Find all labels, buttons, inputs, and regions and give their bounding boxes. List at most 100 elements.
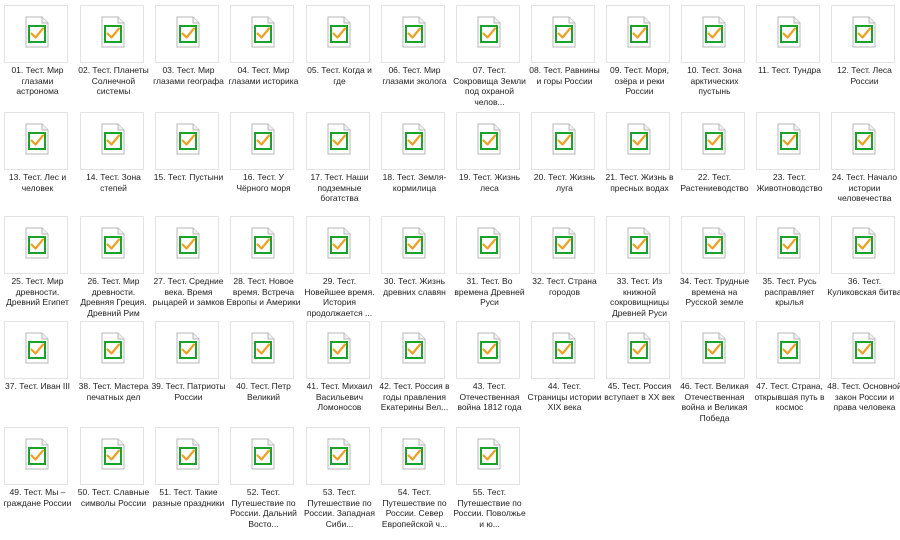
file-label: 32. Тест. Страна городов xyxy=(532,276,597,297)
document-check-icon xyxy=(702,16,726,48)
document-check-icon xyxy=(25,332,49,364)
file-item[interactable]: 40. Тест. Петр Великий xyxy=(226,316,301,422)
file-label: 41. Тест. Михаил Васильевич Ломоносов xyxy=(306,381,373,412)
file-item[interactable]: 04. Тест. Мир глазами историка xyxy=(226,0,301,106)
file-item[interactable]: 32. Тест. Страна городов xyxy=(527,211,602,317)
document-check-icon xyxy=(627,123,651,155)
file-thumbnail xyxy=(756,321,820,379)
file-item[interactable]: 11. Тест. Тундра xyxy=(752,0,827,106)
file-thumbnail xyxy=(606,321,670,379)
file-label: 06. Тест. Мир глазами эколога xyxy=(382,65,447,86)
file-item[interactable]: 31. Тест. Во времена Древней Руси xyxy=(452,211,527,317)
file-thumbnail xyxy=(230,112,294,170)
file-label: 05. Тест. Когда и где xyxy=(307,65,372,86)
file-item[interactable]: 19. Тест. Жизнь леса xyxy=(452,107,527,213)
file-item[interactable]: 26. Тест. Мир древности. Древняя Греция.… xyxy=(76,211,151,318)
file-item[interactable]: 53. Тест. Путешествие по России. Западна… xyxy=(302,422,377,529)
file-label: 20. Тест. Жизнь луга xyxy=(533,172,596,193)
document-check-icon xyxy=(101,123,125,155)
file-item[interactable]: 25. Тест. Мир древности. Древний Египет xyxy=(0,211,75,317)
file-thumbnail xyxy=(456,5,520,63)
file-item[interactable]: 28. Тест. Новое время. Встреча Европы и … xyxy=(226,211,301,317)
file-item[interactable]: 06. Тест. Мир глазами эколога xyxy=(377,0,452,106)
file-label: 27. Тест. Средние века. Время рыцарей и … xyxy=(152,276,225,307)
file-label: 51. Тест. Такие разные праздники xyxy=(152,487,225,508)
file-thumbnail xyxy=(381,427,445,485)
file-item[interactable]: 12. Тест. Леса России xyxy=(827,0,900,106)
document-check-icon xyxy=(627,332,651,364)
file-label: 29. Тест. Новейшее время. История продол… xyxy=(304,276,375,318)
document-check-icon xyxy=(327,332,351,364)
file-label: 44. Тест. Страницы истории XIX века xyxy=(527,381,602,412)
file-item[interactable]: 47. Тест. Страна, открывшая путь в космо… xyxy=(752,316,827,422)
file-label: 25. Тест. Мир древности. Древний Египет xyxy=(6,276,69,307)
file-item[interactable]: 30. Тест. Жизнь древних славян xyxy=(377,211,452,317)
file-item[interactable]: 08. Тест. Равнины и горы России xyxy=(527,0,602,106)
file-thumbnail xyxy=(306,216,370,274)
file-label: 10. Тест. Зона арктических пустынь xyxy=(687,65,742,96)
file-item[interactable]: 18. Тест. Земля-кормилица xyxy=(377,107,452,213)
file-item[interactable]: 15. Тест. Пустыни xyxy=(151,107,226,213)
file-item[interactable]: 34. Тест. Трудные времена на Русской зем… xyxy=(677,211,752,317)
file-item[interactable]: 33. Тест. Из книжной сокровищницы Древне… xyxy=(602,211,677,318)
file-item[interactable]: 55. Тест. Путешествие по России. Поволжь… xyxy=(452,422,527,529)
file-item[interactable]: 21. Тест. Жизнь в пресных водах xyxy=(602,107,677,213)
file-item[interactable]: 07. Тест. Сокровища Земли под охраной че… xyxy=(452,0,527,107)
file-thumbnail xyxy=(456,112,520,170)
document-check-icon xyxy=(477,123,501,155)
file-item[interactable]: 23. Тест. Животноводство xyxy=(752,107,827,213)
file-label: 04. Тест. Мир глазами историка xyxy=(228,65,299,86)
file-item[interactable]: 10. Тест. Зона арктических пустынь xyxy=(677,0,752,106)
file-grid: 01. Тест. Мир глазами астронома 02. Тест.… xyxy=(0,0,900,540)
file-label: 17. Тест. Наши подземные богатства xyxy=(310,172,369,203)
document-check-icon xyxy=(176,438,200,470)
file-item[interactable]: 36. Тест. Куликовская битва xyxy=(827,211,900,317)
file-item[interactable]: 22. Тест. Растениеводство xyxy=(677,107,752,213)
file-item[interactable]: 46. Тест. Великая Отечественная война и … xyxy=(677,316,752,423)
document-check-icon xyxy=(176,227,200,259)
document-check-icon xyxy=(627,227,651,259)
file-item[interactable]: 29. Тест. Новейшее время. История продол… xyxy=(302,211,377,318)
file-item[interactable]: 27. Тест. Средние века. Время рыцарей и … xyxy=(151,211,226,317)
file-item[interactable]: 38. Тест. Мастера печатных дел xyxy=(76,316,151,422)
file-label: 50. Тест. Славные символы России xyxy=(77,487,150,508)
file-item[interactable]: 16. Тест. У Чёрного моря xyxy=(226,107,301,213)
file-thumbnail xyxy=(155,321,219,379)
file-item[interactable]: 51. Тест. Такие разные праздники xyxy=(151,422,226,528)
document-check-icon xyxy=(402,123,426,155)
file-item[interactable]: 42. Тест. Россия в годы правления Екатер… xyxy=(377,316,452,422)
file-item[interactable]: 54. Тест. Путешествие по России. Север Е… xyxy=(377,422,452,529)
file-item[interactable]: 50. Тест. Славные символы России xyxy=(76,422,151,528)
file-item[interactable]: 02. Тест. Планеты Солнечной системы xyxy=(76,0,151,106)
file-thumbnail xyxy=(155,112,219,170)
file-item[interactable]: 39. Тест. Патриоты России xyxy=(151,316,226,422)
file-item[interactable]: 41. Тест. Михаил Васильевич Ломоносов xyxy=(302,316,377,422)
file-item[interactable]: 24. Тест. Начало истории человечества xyxy=(827,107,900,213)
file-item[interactable]: 48. Тест. Основной закон России и права … xyxy=(827,316,900,422)
file-label: 13. Тест. Лес и человек xyxy=(8,172,67,193)
file-item[interactable]: 49. Тест. Мы – граждане России xyxy=(0,422,75,528)
document-check-icon xyxy=(777,332,801,364)
file-thumbnail xyxy=(4,5,68,63)
file-item[interactable]: 17. Тест. Наши подземные богатства xyxy=(302,107,377,213)
file-item[interactable]: 35. Тест. Русь расправляет крылья xyxy=(752,211,827,317)
file-item[interactable]: 44. Тест. Страницы истории XIX века xyxy=(527,316,602,422)
file-item[interactable]: 52. Тест. Путешествие по России. Дальний… xyxy=(226,422,301,529)
file-item[interactable]: 45. Тест. Россия вступает в XX век xyxy=(602,316,677,422)
file-thumbnail xyxy=(306,112,370,170)
file-item[interactable]: 14. Тест. Зона степей xyxy=(76,107,151,213)
file-item[interactable]: 09. Тест. Моря, озёра и реки России xyxy=(602,0,677,106)
file-thumbnail xyxy=(681,112,745,170)
file-label: 49. Тест. Мы – граждане России xyxy=(3,487,72,508)
file-item[interactable]: 37. Тест. Иван III xyxy=(0,316,75,422)
file-item[interactable]: 20. Тест. Жизнь луга xyxy=(527,107,602,213)
file-item[interactable]: 13. Тест. Лес и человек xyxy=(0,107,75,213)
file-label: 31. Тест. Во времена Древней Руси xyxy=(454,276,525,307)
file-item[interactable]: 05. Тест. Когда и где xyxy=(302,0,377,106)
file-label: 35. Тест. Русь расправляет крылья xyxy=(762,276,817,307)
file-item[interactable]: 03. Тест. Мир глазами географа xyxy=(151,0,226,106)
document-check-icon xyxy=(777,123,801,155)
file-item[interactable]: 01. Тест. Мир глазами астронома xyxy=(0,0,75,106)
document-check-icon xyxy=(477,227,501,259)
file-item[interactable]: 43. Тест. Отечественная война 1812 года xyxy=(452,316,527,422)
